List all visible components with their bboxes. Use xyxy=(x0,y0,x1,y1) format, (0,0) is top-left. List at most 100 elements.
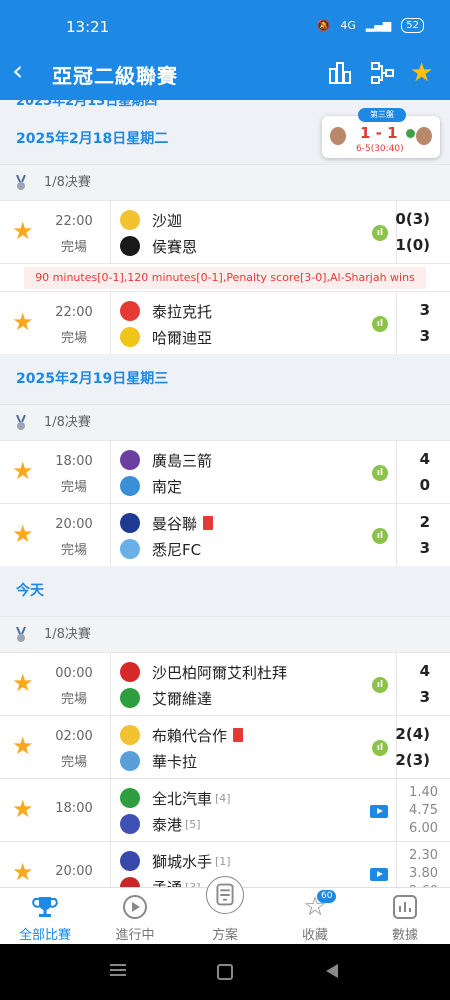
bottom-nav: 全部比賽 進行中 方案 ☆ 60 收藏 數據 xyxy=(0,876,450,944)
away-team[interactable]: 哈爾迪亞 xyxy=(120,325,212,349)
away-team-logo xyxy=(120,751,140,771)
match-list[interactable]: 2025年2月13日星期四 2025年2月18日星期二 1/8决賽 ★ 22:0… xyxy=(0,100,450,887)
home-team[interactable]: 曼谷聯 xyxy=(120,511,214,535)
away-team[interactable]: 泰港 [5] xyxy=(120,812,201,836)
home-team[interactable]: 泰拉克托 xyxy=(120,299,212,323)
home-team[interactable]: 布賴代合作 xyxy=(120,723,244,747)
home-team-name: 沙迦 xyxy=(152,211,183,230)
home-icon[interactable] xyxy=(217,964,233,980)
stats-icon[interactable]: ıl xyxy=(372,677,388,693)
stats-icon[interactable]: ıl xyxy=(372,740,388,756)
round-label: 1/8决賽 xyxy=(44,175,91,190)
standings-icon[interactable] xyxy=(327,60,353,86)
home-team-name: 泰拉克托 xyxy=(152,302,213,321)
away-team-name: 華卡拉 xyxy=(152,752,198,771)
nav-all-matches[interactable]: 全部比賽 xyxy=(0,888,90,944)
stats-icon[interactable]: ıl xyxy=(372,465,388,481)
nav-plans[interactable]: 方案 xyxy=(180,876,270,944)
live-video-icon[interactable] xyxy=(370,868,388,881)
away-team[interactable]: 艾爾維達 xyxy=(120,686,212,710)
mute-icon: 🔕 xyxy=(316,19,331,32)
favorite-star-icon[interactable]: ★ xyxy=(12,860,34,884)
match-row[interactable]: ★ 22:00 完場 沙迦 侯賽恩 ıl 0(3) 1(0) xyxy=(0,200,450,263)
nav-in-progress[interactable]: 進行中 xyxy=(90,888,180,944)
away-team[interactable]: 南定 xyxy=(120,474,182,498)
stats-icon[interactable]: ıl xyxy=(372,528,388,544)
match-row[interactable]: ★ 02:00 完場 布賴代合作 華卡拉 ıl 2(4) 2(3) xyxy=(0,715,450,778)
favorite-star-icon[interactable]: ★ xyxy=(410,60,436,86)
match-status: 完場 xyxy=(60,543,87,558)
home-score: 2(4) xyxy=(395,725,430,743)
divider xyxy=(110,653,111,715)
home-team[interactable]: 沙巴柏阿爾艾利杜拜 xyxy=(120,660,287,684)
away-team-logo xyxy=(120,236,140,256)
status-bar: 13:21 🔕 4G ▂▄▆ 52 xyxy=(0,0,450,52)
round-header: 1/8决賽 xyxy=(0,616,450,652)
match-time: 20:00 xyxy=(55,864,93,879)
divider xyxy=(110,842,111,887)
home-team-logo xyxy=(120,513,140,533)
favorite-star-icon[interactable]: ★ xyxy=(12,310,34,334)
odds-away: 6.00 xyxy=(409,821,438,836)
favorite-star-icon[interactable]: ★ xyxy=(12,522,34,546)
page-title: 亞冠二級聯賽 xyxy=(52,64,178,88)
favorite-star-icon[interactable]: ★ xyxy=(12,797,34,821)
odds-home: 2.30 xyxy=(409,848,438,863)
recent-apps-icon[interactable] xyxy=(110,964,126,976)
home-team-logo xyxy=(120,851,140,871)
match-status: 完場 xyxy=(60,480,87,495)
match-status: 完場 xyxy=(60,692,87,707)
favorite-star-icon[interactable]: ★ xyxy=(12,734,34,758)
odds-home: 1.40 xyxy=(409,785,438,800)
home-team[interactable]: 獅城水手 [1] xyxy=(120,849,231,873)
match-time: 20:00 xyxy=(55,517,93,532)
data-chart-icon xyxy=(393,895,417,919)
odds-draw: 3.80 xyxy=(409,866,438,881)
live-video-icon[interactable] xyxy=(370,805,388,818)
away-team-name: 孟通 xyxy=(152,877,182,888)
match-row[interactable]: ★ 00:00 完場 沙巴柏阿爾艾利杜拜 艾爾維達 ıl 4 3 xyxy=(0,652,450,715)
away-score: 3 xyxy=(419,688,430,706)
favorite-star-icon[interactable]: ★ xyxy=(12,219,34,243)
nav-favorites[interactable]: ☆ 60 收藏 xyxy=(270,888,360,944)
away-team[interactable]: 悉尼FC xyxy=(120,537,201,561)
nav-label: 方案 xyxy=(211,928,238,943)
home-team[interactable]: 全北汽車 [4] xyxy=(120,786,231,810)
red-card-icon xyxy=(203,516,214,530)
stats-icon[interactable]: ıl xyxy=(372,225,388,241)
match-row[interactable]: ★ 20:00 完場 曼谷聯 悉尼FC ıl 2 3 xyxy=(0,503,450,566)
away-team[interactable]: 侯賽恩 xyxy=(120,234,197,258)
home-score: 3 xyxy=(419,301,430,319)
away-team[interactable]: 華卡拉 xyxy=(120,749,197,773)
live-score-card[interactable]: 第三盤 1 - 1 6-5(30:40) xyxy=(322,108,440,158)
favorite-star-icon[interactable]: ★ xyxy=(12,671,34,695)
check-icon xyxy=(406,129,415,138)
back-icon[interactable]: ‹ xyxy=(12,56,23,86)
bracket-icon[interactable] xyxy=(369,60,395,86)
home-score: 4 xyxy=(419,662,430,680)
home-team[interactable]: 廣島三箭 xyxy=(120,448,212,472)
home-team-logo xyxy=(120,725,140,745)
home-team-logo xyxy=(120,662,140,682)
away-team-logo xyxy=(120,877,140,887)
penalty-score: 6-5(30:40) xyxy=(356,144,404,154)
red-card-icon xyxy=(233,728,244,742)
divider xyxy=(110,441,111,503)
date-header: 2025年2月19日星期三 xyxy=(0,354,450,404)
home-team-logo xyxy=(120,210,140,230)
home-team-logo xyxy=(120,788,140,808)
divider xyxy=(110,716,111,778)
favorites-count-badge: 60 xyxy=(317,890,337,903)
away-team-logo xyxy=(120,539,140,559)
nav-data[interactable]: 數據 xyxy=(360,888,450,944)
away-team[interactable]: 孟通[3] xyxy=(120,875,201,887)
match-row[interactable]: ★ 22:00 完場 泰拉克托 哈爾迪亞 ıl 3 3 xyxy=(0,291,450,354)
favorite-star-icon[interactable]: ★ xyxy=(12,459,34,483)
match-row[interactable]: ★ 18:00 完場 廣島三箭 南定 ıl 4 0 xyxy=(0,440,450,503)
home-team-name: 沙巴柏阿爾艾利杜拜 xyxy=(152,663,288,682)
match-row[interactable]: ★ 18:00 全北汽車 [4] 泰港 [5] 1.40 4.75 6.00 xyxy=(0,778,450,841)
stats-icon[interactable]: ıl xyxy=(372,316,388,332)
home-team[interactable]: 沙迦 xyxy=(120,208,182,232)
home-team-name: 布賴代合作 xyxy=(152,726,228,745)
system-back-icon[interactable] xyxy=(326,964,338,978)
